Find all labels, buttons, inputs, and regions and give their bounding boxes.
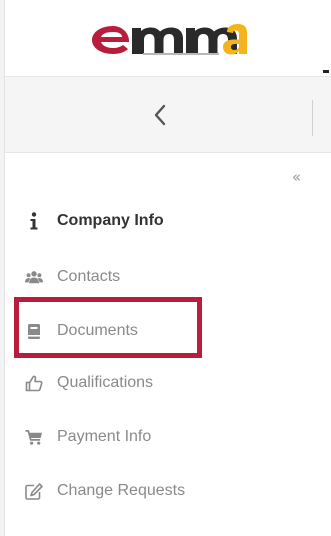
sidebar-item-contacts[interactable]: Contacts bbox=[25, 264, 285, 290]
header-mark bbox=[323, 70, 329, 73]
collapse-sidebar-icon[interactable]: « bbox=[292, 168, 301, 186]
chevron-left-icon[interactable] bbox=[153, 104, 167, 126]
edit-icon bbox=[25, 482, 43, 500]
sidebar-item-company-info[interactable]: Company Info bbox=[25, 208, 285, 234]
main-content-edge bbox=[312, 0, 331, 536]
sidebar-item-label: Payment Info bbox=[57, 428, 152, 445]
sidebar-item-label: Company Info bbox=[57, 212, 164, 229]
sidebar-item-qualifications[interactable]: Qualifications bbox=[25, 370, 285, 396]
sidebar-item-label: Qualifications bbox=[57, 374, 154, 391]
sidebar-item-label: Contacts bbox=[57, 268, 121, 285]
documents-highlight-box bbox=[14, 297, 202, 358]
sidebar: « Company Info Contacts Documents Qualif… bbox=[4, 0, 313, 536]
info-icon bbox=[25, 212, 43, 230]
emma-logo[interactable] bbox=[87, 18, 247, 58]
cart-icon bbox=[25, 428, 43, 446]
toolbar-band bbox=[312, 77, 331, 153]
users-icon bbox=[25, 268, 43, 286]
thumbs-up-icon bbox=[25, 374, 43, 392]
sidebar-item-label: Change Requests bbox=[57, 482, 186, 499]
app-frame: « Company Info Contacts Documents Qualif… bbox=[0, 0, 331, 536]
logo-area bbox=[5, 0, 312, 77]
sidebar-item-payment-info[interactable]: Payment Info bbox=[25, 424, 285, 450]
sidebar-item-change-requests[interactable]: Change Requests bbox=[25, 478, 285, 504]
toolbar-divider bbox=[312, 100, 313, 136]
